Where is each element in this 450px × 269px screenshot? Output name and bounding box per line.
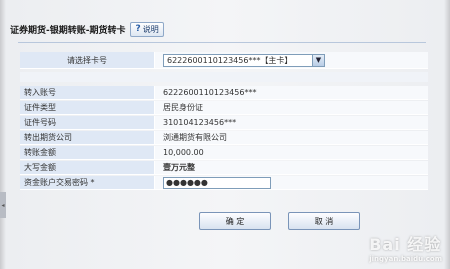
form-row-amount-words: 大写金额 壹万元整 <box>20 161 428 175</box>
title-divider <box>18 42 426 43</box>
watermark-sub: jingyan.baidu.com <box>369 255 442 263</box>
field-label: 证件类型 <box>20 101 155 114</box>
help-button[interactable]: ? 说明 <box>130 21 164 37</box>
field-label: 资金账户交易密码 * <box>20 176 155 189</box>
help-label: 说明 <box>142 24 159 34</box>
field-label: 转账金额 <box>20 146 155 159</box>
card-select-row: 请选择卡号 6222600110123456***【主卡】 ▼ <box>20 52 428 69</box>
cancel-button[interactable]: 取 消 <box>288 212 360 230</box>
form-row-password: 资金账户交易密码 * ●●●●●● <box>20 176 428 190</box>
field-label: 转入账号 <box>20 86 155 99</box>
field-label: 证件号码 <box>20 116 155 129</box>
form-row-account: 转入账号 6222600110123456*** <box>20 86 428 100</box>
field-value: 10,000.00 <box>155 146 428 159</box>
field-label: 大写金额 <box>20 161 155 174</box>
field-value: 浏通期货有限公司 <box>155 131 428 144</box>
watermark: Bai 经验 jingyan.baidu.com <box>369 231 442 263</box>
field-value: 310104123456*** <box>155 116 428 129</box>
collapse-handle[interactable]: ◂ <box>0 192 6 218</box>
confirm-button[interactable]: 确 定 <box>199 212 271 230</box>
card-select-dropdown[interactable]: 6222600110123456***【主卡】 ▼ <box>163 53 325 67</box>
page: 证券期货-银期转账-期货转卡 ? 说明 请选择卡号 62226001101234… <box>0 0 450 269</box>
card-select-value: 6222600110123456***【主卡】 <box>167 55 293 65</box>
page-title: 证券期货-银期转账-期货转卡 <box>10 25 126 36</box>
form-row-amount: 转账金额 10,000.00 <box>20 146 428 160</box>
watermark-text: Bai 经验 <box>369 235 442 254</box>
field-value: 居民身份证 <box>155 101 428 114</box>
password-field[interactable]: ●●●●●● <box>163 176 271 189</box>
form-row-id-number: 证件号码 310104123456*** <box>20 116 428 130</box>
field-value: 壹万元整 <box>155 161 428 174</box>
title-bar: 证券期货-银期转账-期货转卡 ? 说明 <box>10 18 440 40</box>
section-spacer <box>20 72 428 82</box>
help-icon: ? <box>135 24 141 34</box>
field-value: 6222600110123456*** <box>155 86 428 99</box>
card-select-label: 请选择卡号 <box>20 52 155 68</box>
form-row-id-type: 证件类型 居民身份证 <box>20 101 428 115</box>
chevron-down-icon[interactable]: ▼ <box>312 54 324 66</box>
field-label: 转出期货公司 <box>20 131 155 144</box>
form-row-company: 转出期货公司 浏通期货有限公司 <box>20 131 428 145</box>
